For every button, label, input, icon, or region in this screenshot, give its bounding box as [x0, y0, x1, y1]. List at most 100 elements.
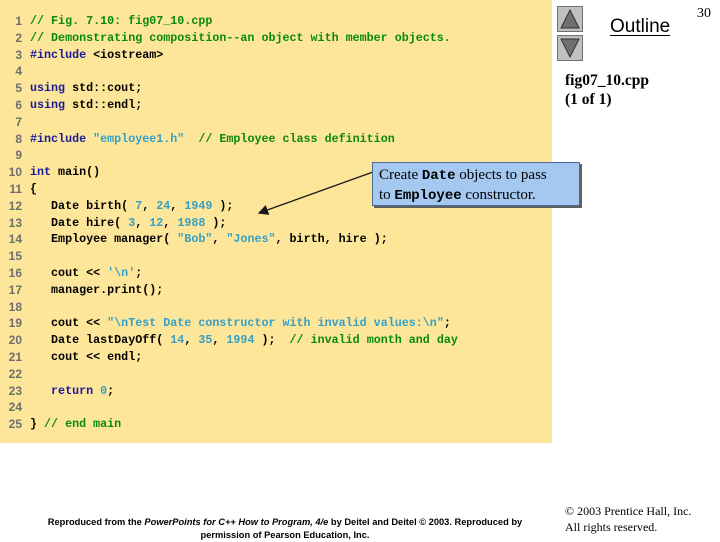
- code-line: 8 #include "employee1.h" // Employee clas…: [0, 131, 552, 148]
- line-number: 22: [8, 366, 22, 381]
- line-number: 17: [8, 282, 22, 297]
- line-number: 5: [15, 81, 22, 96]
- code-line: 13 Date hire( 3, 12, 1988 );: [0, 215, 552, 232]
- code-text: Date hire( 3, 12, 1988 );: [30, 215, 226, 232]
- code-line: 2 // Demonstrating composition--an object…: [0, 30, 552, 47]
- code-token-string: '\n': [107, 265, 136, 280]
- code-token-keyword: using: [30, 81, 66, 96]
- code-token-string: "Bob": [177, 232, 213, 247]
- line-number: 10: [8, 165, 22, 180]
- callout-line-1: Create Date objects to pass: [379, 166, 579, 186]
- code-token-plain: Date birth(: [30, 198, 136, 213]
- code-text: int main(): [30, 164, 100, 181]
- triangle-down-icon: [560, 38, 580, 58]
- code-token-plain: );: [254, 333, 290, 348]
- line-number: 13: [8, 215, 22, 230]
- code-token-plain: ,: [212, 333, 227, 348]
- outline-link[interactable]: Outline: [610, 16, 670, 38]
- code-token-keyword: return: [51, 383, 94, 398]
- code-token-string: "employee1.h": [93, 131, 185, 146]
- code-token-plain: Date lastDayOff(: [30, 333, 171, 348]
- code-token-number: 35: [198, 333, 213, 348]
- code-line: 15: [0, 248, 552, 265]
- code-token-plain: ,: [170, 198, 185, 213]
- code-token-plain: , birth, hire );: [275, 232, 388, 247]
- callout-line-2: to Employee constructor.: [379, 186, 579, 206]
- line-number: 21: [8, 349, 22, 364]
- credit-book-title: PowerPoints for C++ How to Program, 4/e: [144, 517, 329, 527]
- line-number: 23: [8, 383, 22, 398]
- code-token-plain: ;: [107, 383, 115, 398]
- line-number: 2: [15, 30, 22, 45]
- code-text: manager.print();: [30, 282, 163, 299]
- line-number: 7: [15, 114, 22, 129]
- code-token-plain: ,: [163, 215, 178, 230]
- code-token-plain: );: [212, 198, 234, 213]
- line-number: 25: [8, 417, 22, 432]
- code-token-plain: );: [205, 215, 227, 230]
- page-number: 30: [697, 6, 711, 21]
- line-number: 11: [9, 181, 22, 196]
- code-line: 20 Date lastDayOff( 14, 35, 1994 ); // i…: [0, 332, 552, 349]
- code-token-number: 14: [170, 333, 185, 348]
- code-text: // Fig. 7.10: fig07_10.cpp: [30, 13, 212, 30]
- code-line: 25 } // end main: [0, 416, 552, 433]
- line-number: 18: [8, 299, 22, 314]
- callout-text: to: [379, 187, 395, 203]
- code-token-comment: // Employee class definition: [198, 131, 395, 146]
- code-token-plain: <iostream>: [86, 47, 164, 62]
- code-line: 14 Employee manager( "Bob", "Jones", bir…: [0, 231, 552, 248]
- code-text: #include <iostream>: [30, 47, 163, 64]
- code-text: Date lastDayOff( 14, 35, 1994 ); // inva…: [30, 332, 458, 349]
- code-token-number: 24: [156, 198, 171, 213]
- copyright-line-2: All rights reserved.: [565, 520, 658, 534]
- previous-slide-button[interactable]: [557, 6, 583, 32]
- code-token-string: "Jones": [226, 232, 276, 247]
- callout-note: Create Date objects to pass to Employee …: [372, 162, 580, 206]
- code-token-plain: std::cout;: [65, 81, 143, 96]
- code-line: 7: [0, 114, 552, 131]
- callout-text: constructor.: [461, 187, 536, 203]
- code-text: #include "employee1.h" // Employee class…: [30, 131, 395, 148]
- callout-code-date: Date: [421, 168, 456, 184]
- line-number: 9: [15, 148, 22, 163]
- line-number: 15: [8, 249, 22, 264]
- line-number: 16: [8, 265, 22, 280]
- line-number: 19: [8, 316, 22, 331]
- line-number: 14: [8, 232, 22, 247]
- next-slide-button[interactable]: [557, 35, 583, 61]
- code-text: cout << "\nTest Date constructor with in…: [30, 315, 451, 332]
- code-token-plain: {: [30, 181, 38, 196]
- code-text: using std::cout;: [30, 80, 142, 97]
- code-token-keyword: int: [30, 165, 52, 180]
- file-part: (1 of 1): [565, 91, 612, 108]
- line-number: 3: [15, 47, 22, 62]
- code-token-comment: // Demonstrating composition--an object …: [30, 30, 451, 45]
- callout-code-employee: Employee: [394, 188, 462, 204]
- code-listing: 1 // Fig. 7.10: fig07_10.cpp 2 // Demonstra…: [0, 13, 552, 433]
- code-token-number: 1994: [226, 333, 255, 348]
- line-number: 6: [15, 97, 22, 112]
- code-line: 22: [0, 366, 552, 383]
- code-text: cout << '\n';: [30, 265, 142, 282]
- code-panel: 1 // Fig. 7.10: fig07_10.cpp 2 // Demonstra…: [0, 0, 552, 443]
- file-name: fig07_10.cpp: [565, 72, 649, 89]
- code-token-plain: ,: [135, 215, 150, 230]
- code-text: Employee manager( "Bob", "Jones", birth,…: [30, 231, 388, 248]
- code-text: Date birth( 7, 24, 1949 );: [30, 198, 233, 215]
- code-text: } // end main: [30, 416, 121, 433]
- footer-credit: Reproduced from the PowerPoints for C++ …: [24, 516, 546, 542]
- code-token-keyword: using: [30, 97, 66, 112]
- code-token-plain: cout <<: [30, 265, 108, 280]
- code-token-comment: // end main: [44, 417, 122, 432]
- triangle-up-icon: [560, 9, 580, 29]
- code-line: 21 cout << endl;: [0, 349, 552, 366]
- code-text: using std::endl;: [30, 97, 142, 114]
- line-number: 20: [8, 333, 22, 348]
- code-line: 1 // Fig. 7.10: fig07_10.cpp: [0, 13, 552, 30]
- code-text: {: [30, 181, 37, 198]
- code-token-string: "\nTest Date constructor with invalid va…: [107, 316, 444, 331]
- line-number: 1: [15, 14, 22, 28]
- line-number: 24: [8, 400, 22, 415]
